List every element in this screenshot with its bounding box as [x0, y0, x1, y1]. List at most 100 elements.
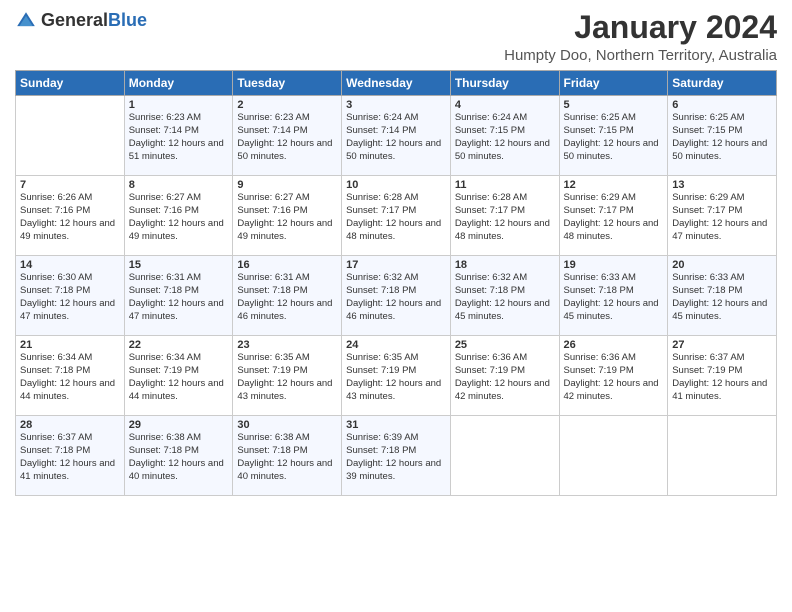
day-number: 4 — [455, 99, 555, 111]
day-info: Sunrise: 6:31 AMSunset: 7:18 PMDaylight:… — [129, 272, 229, 323]
calendar-cell: 6Sunrise: 6:25 AMSunset: 7:15 PMDaylight… — [668, 96, 777, 176]
day-number: 8 — [129, 179, 229, 191]
header-day-wednesday: Wednesday — [342, 71, 451, 96]
day-number: 6 — [672, 99, 772, 111]
day-number: 14 — [20, 259, 120, 271]
calendar-cell: 11Sunrise: 6:28 AMSunset: 7:17 PMDayligh… — [450, 176, 559, 256]
day-info: Sunrise: 6:38 AMSunset: 7:18 PMDaylight:… — [237, 432, 337, 483]
calendar-week-row: 28Sunrise: 6:37 AMSunset: 7:18 PMDayligh… — [16, 416, 777, 496]
day-info: Sunrise: 6:36 AMSunset: 7:19 PMDaylight:… — [564, 352, 664, 403]
calendar-cell — [450, 416, 559, 496]
calendar-cell: 21Sunrise: 6:34 AMSunset: 7:18 PMDayligh… — [16, 336, 125, 416]
calendar-cell: 2Sunrise: 6:23 AMSunset: 7:14 PMDaylight… — [233, 96, 342, 176]
day-info: Sunrise: 6:39 AMSunset: 7:18 PMDaylight:… — [346, 432, 446, 483]
day-info: Sunrise: 6:24 AMSunset: 7:14 PMDaylight:… — [346, 112, 446, 163]
day-number: 27 — [672, 339, 772, 351]
logo-icon — [15, 10, 37, 32]
title-area: January 2024 Humpty Doo, Northern Territ… — [504, 10, 777, 64]
day-number: 30 — [237, 419, 337, 431]
header: GeneralBlue January 2024 Humpty Doo, Nor… — [15, 10, 777, 64]
calendar-cell: 15Sunrise: 6:31 AMSunset: 7:18 PMDayligh… — [124, 256, 233, 336]
day-info: Sunrise: 6:27 AMSunset: 7:16 PMDaylight:… — [129, 192, 229, 243]
day-info: Sunrise: 6:35 AMSunset: 7:19 PMDaylight:… — [237, 352, 337, 403]
header-day-sunday: Sunday — [16, 71, 125, 96]
day-number: 13 — [672, 179, 772, 191]
header-day-monday: Monday — [124, 71, 233, 96]
day-number: 2 — [237, 99, 337, 111]
calendar-cell: 30Sunrise: 6:38 AMSunset: 7:18 PMDayligh… — [233, 416, 342, 496]
day-number: 1 — [129, 99, 229, 111]
day-info: Sunrise: 6:38 AMSunset: 7:18 PMDaylight:… — [129, 432, 229, 483]
calendar-cell: 24Sunrise: 6:35 AMSunset: 7:19 PMDayligh… — [342, 336, 451, 416]
calendar-cell: 13Sunrise: 6:29 AMSunset: 7:17 PMDayligh… — [668, 176, 777, 256]
location-title: Humpty Doo, Northern Territory, Australi… — [504, 47, 777, 64]
calendar-cell: 25Sunrise: 6:36 AMSunset: 7:19 PMDayligh… — [450, 336, 559, 416]
header-day-thursday: Thursday — [450, 71, 559, 96]
calendar-cell: 5Sunrise: 6:25 AMSunset: 7:15 PMDaylight… — [559, 96, 668, 176]
calendar-cell: 26Sunrise: 6:36 AMSunset: 7:19 PMDayligh… — [559, 336, 668, 416]
calendar-cell: 17Sunrise: 6:32 AMSunset: 7:18 PMDayligh… — [342, 256, 451, 336]
day-number: 17 — [346, 259, 446, 271]
calendar-cell: 8Sunrise: 6:27 AMSunset: 7:16 PMDaylight… — [124, 176, 233, 256]
header-day-saturday: Saturday — [668, 71, 777, 96]
day-info: Sunrise: 6:34 AMSunset: 7:19 PMDaylight:… — [129, 352, 229, 403]
calendar-cell: 27Sunrise: 6:37 AMSunset: 7:19 PMDayligh… — [668, 336, 777, 416]
calendar-cell: 4Sunrise: 6:24 AMSunset: 7:15 PMDaylight… — [450, 96, 559, 176]
day-info: Sunrise: 6:25 AMSunset: 7:15 PMDaylight:… — [672, 112, 772, 163]
calendar-cell: 19Sunrise: 6:33 AMSunset: 7:18 PMDayligh… — [559, 256, 668, 336]
calendar-cell: 31Sunrise: 6:39 AMSunset: 7:18 PMDayligh… — [342, 416, 451, 496]
day-info: Sunrise: 6:30 AMSunset: 7:18 PMDaylight:… — [20, 272, 120, 323]
day-number: 11 — [455, 179, 555, 191]
day-info: Sunrise: 6:29 AMSunset: 7:17 PMDaylight:… — [564, 192, 664, 243]
calendar-week-row: 1Sunrise: 6:23 AMSunset: 7:14 PMDaylight… — [16, 96, 777, 176]
day-number: 7 — [20, 179, 120, 191]
day-info: Sunrise: 6:27 AMSunset: 7:16 PMDaylight:… — [237, 192, 337, 243]
calendar-cell — [16, 96, 125, 176]
calendar-cell: 7Sunrise: 6:26 AMSunset: 7:16 PMDaylight… — [16, 176, 125, 256]
calendar-cell: 14Sunrise: 6:30 AMSunset: 7:18 PMDayligh… — [16, 256, 125, 336]
day-number: 5 — [564, 99, 664, 111]
logo-text-blue: Blue — [108, 10, 147, 30]
day-number: 3 — [346, 99, 446, 111]
day-number: 20 — [672, 259, 772, 271]
calendar-cell — [559, 416, 668, 496]
day-number: 12 — [564, 179, 664, 191]
calendar-cell: 22Sunrise: 6:34 AMSunset: 7:19 PMDayligh… — [124, 336, 233, 416]
calendar-cell: 12Sunrise: 6:29 AMSunset: 7:17 PMDayligh… — [559, 176, 668, 256]
day-info: Sunrise: 6:28 AMSunset: 7:17 PMDaylight:… — [455, 192, 555, 243]
day-info: Sunrise: 6:33 AMSunset: 7:18 PMDaylight:… — [672, 272, 772, 323]
day-number: 31 — [346, 419, 446, 431]
day-info: Sunrise: 6:37 AMSunset: 7:18 PMDaylight:… — [20, 432, 120, 483]
header-day-friday: Friday — [559, 71, 668, 96]
calendar-cell: 18Sunrise: 6:32 AMSunset: 7:18 PMDayligh… — [450, 256, 559, 336]
calendar-cell: 9Sunrise: 6:27 AMSunset: 7:16 PMDaylight… — [233, 176, 342, 256]
day-number: 29 — [129, 419, 229, 431]
day-number: 19 — [564, 259, 664, 271]
day-info: Sunrise: 6:25 AMSunset: 7:15 PMDaylight:… — [564, 112, 664, 163]
day-info: Sunrise: 6:23 AMSunset: 7:14 PMDaylight:… — [129, 112, 229, 163]
calendar-cell: 16Sunrise: 6:31 AMSunset: 7:18 PMDayligh… — [233, 256, 342, 336]
calendar-cell: 23Sunrise: 6:35 AMSunset: 7:19 PMDayligh… — [233, 336, 342, 416]
day-number: 21 — [20, 339, 120, 351]
logo-text-general: General — [41, 10, 108, 30]
day-number: 16 — [237, 259, 337, 271]
day-info: Sunrise: 6:31 AMSunset: 7:18 PMDaylight:… — [237, 272, 337, 323]
calendar-table: SundayMondayTuesdayWednesdayThursdayFrid… — [15, 70, 777, 496]
day-number: 28 — [20, 419, 120, 431]
header-day-tuesday: Tuesday — [233, 71, 342, 96]
calendar-week-row: 14Sunrise: 6:30 AMSunset: 7:18 PMDayligh… — [16, 256, 777, 336]
day-number: 22 — [129, 339, 229, 351]
day-number: 24 — [346, 339, 446, 351]
day-info: Sunrise: 6:37 AMSunset: 7:19 PMDaylight:… — [672, 352, 772, 403]
day-number: 9 — [237, 179, 337, 191]
logo: GeneralBlue — [15, 10, 147, 32]
day-number: 26 — [564, 339, 664, 351]
calendar-cell: 29Sunrise: 6:38 AMSunset: 7:18 PMDayligh… — [124, 416, 233, 496]
day-number: 15 — [129, 259, 229, 271]
day-info: Sunrise: 6:34 AMSunset: 7:18 PMDaylight:… — [20, 352, 120, 403]
day-number: 18 — [455, 259, 555, 271]
day-info: Sunrise: 6:36 AMSunset: 7:19 PMDaylight:… — [455, 352, 555, 403]
calendar-cell: 10Sunrise: 6:28 AMSunset: 7:17 PMDayligh… — [342, 176, 451, 256]
day-info: Sunrise: 6:33 AMSunset: 7:18 PMDaylight:… — [564, 272, 664, 323]
calendar-cell: 20Sunrise: 6:33 AMSunset: 7:18 PMDayligh… — [668, 256, 777, 336]
